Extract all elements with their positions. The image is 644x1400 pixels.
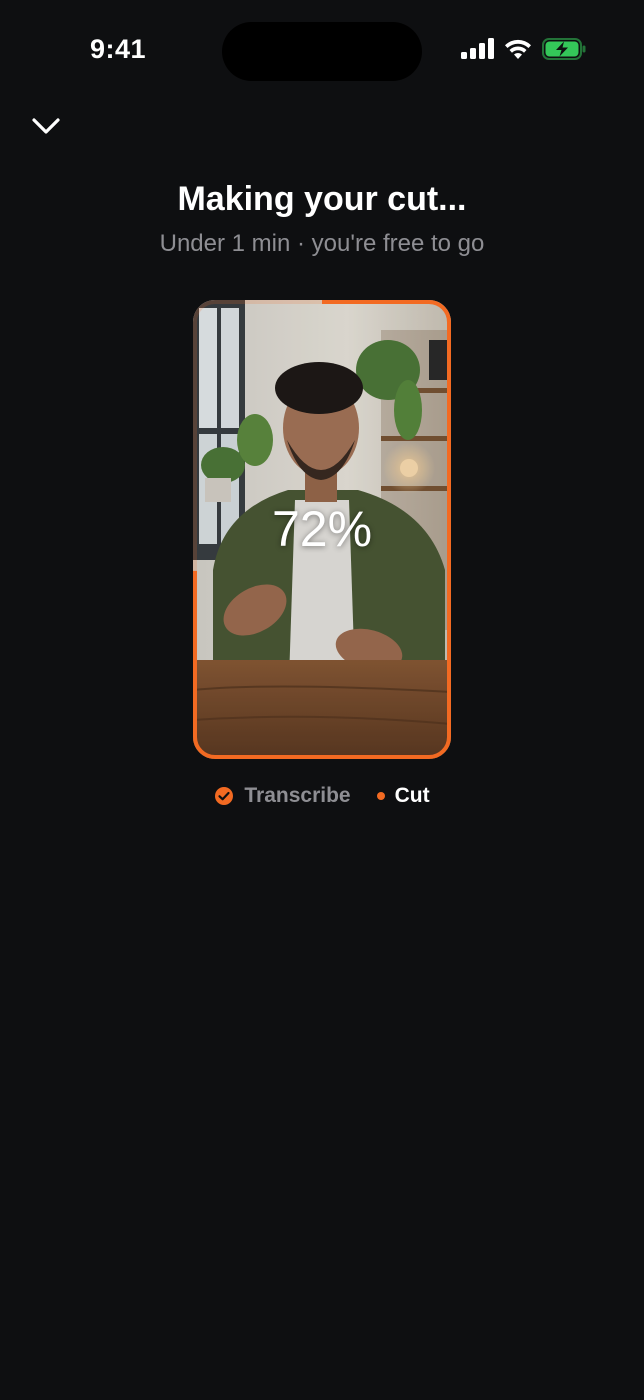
progress-percent: 72% [271, 501, 373, 557]
progress-steps: Transcribe Cut [0, 784, 644, 808]
video-preview: 72% [193, 300, 451, 759]
battery-charging-icon [542, 38, 586, 60]
step-transcribe-label: Transcribe [244, 784, 351, 807]
signal-icon [460, 38, 494, 60]
status-time: 9:41 [90, 34, 147, 64]
step-cut-label: Cut [394, 784, 430, 807]
check-circle-icon [214, 786, 234, 806]
page-title: Making your cut... [177, 180, 467, 218]
wifi-icon [504, 38, 532, 60]
status-icons [460, 38, 586, 60]
page-subtitle: Under 1 min · you're free to go [159, 230, 485, 257]
step-cut: Cut [376, 784, 430, 808]
dismiss-button[interactable] [26, 106, 66, 146]
dynamic-island [222, 22, 422, 81]
chevron-down-icon [31, 117, 61, 135]
step-transcribe: Transcribe [214, 784, 351, 808]
dot-icon [376, 792, 385, 800]
